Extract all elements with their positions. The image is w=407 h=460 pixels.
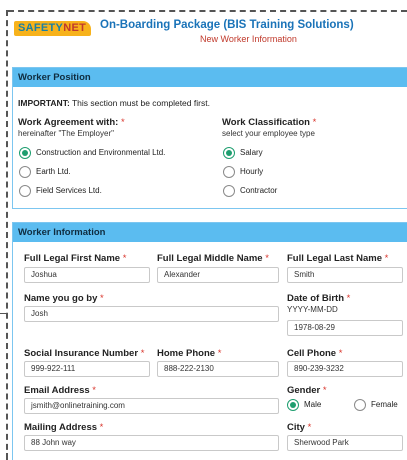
dob-field[interactable]: 1978-08-29 (287, 320, 403, 336)
page-frame-left (6, 10, 8, 460)
gender-label-text: Gender (287, 385, 321, 396)
required-marker: * (307, 422, 312, 433)
gender-option-label: Male (304, 400, 322, 409)
work-agreement-label: Work Agreement with: * (18, 117, 125, 128)
radio-selected-icon[interactable] (223, 146, 235, 159)
cell-phone-label-text: Cell Phone (287, 348, 337, 359)
work-classification-label: Work Classification * (222, 117, 316, 128)
middle-name-label-text: Full Legal Middle Name (157, 253, 263, 264)
radio-unselected-icon[interactable] (19, 165, 31, 178)
required-marker: * (312, 117, 317, 128)
required-marker: * (338, 348, 343, 359)
mailing-address-field[interactable]: 88 John way (24, 435, 279, 451)
cell-phone-field[interactable]: 890-239-3232 (287, 361, 403, 377)
page-subtitle: New Worker Information (200, 34, 297, 44)
required-marker: * (122, 253, 127, 264)
radio-unselected-icon[interactable] (223, 165, 235, 178)
required-marker: * (140, 348, 145, 359)
logo-text-part1: SAFETY (18, 22, 64, 34)
last-name-field[interactable]: Smith (287, 267, 403, 283)
page-header: SAFETYNET On-Boarding Package (BIS Train… (14, 18, 407, 44)
worker-position-heading: Worker Position (13, 68, 407, 87)
agreement-option-label: Field Services Ltd. (36, 186, 102, 195)
middle-name-field[interactable]: Alexander (157, 267, 279, 283)
sin-field[interactable]: 999-922-111 (24, 361, 150, 377)
worker-position-panel: Worker Position IMPORTANT: This section … (12, 67, 407, 209)
required-marker: * (217, 348, 222, 359)
page-frame-tick (0, 313, 8, 314)
classification-option-hourly[interactable]: Hourly (223, 165, 263, 178)
mailing-address-label-text: Mailing Address (24, 422, 98, 433)
safetynet-logo: SAFETYNET (14, 21, 92, 36)
classification-option-label: Salary (240, 148, 263, 157)
home-phone-label-text: Home Phone (157, 348, 216, 359)
home-phone-label: Home Phone * (157, 348, 221, 359)
nickname-label: Name you go by * (24, 293, 104, 304)
required-marker: * (265, 253, 269, 264)
work-agreement-hint: hereinafter "The Employer" (18, 129, 114, 138)
agreement-option-construction[interactable]: Construction and Environmental Ltd. (19, 146, 165, 159)
worker-information-heading: Worker Information (13, 223, 407, 242)
nickname-field[interactable]: Josh (24, 306, 279, 322)
radio-selected-icon[interactable] (19, 146, 31, 159)
worker-information-panel: Worker Information Full Legal First Name… (12, 222, 407, 460)
dob-hint: YYYY-MM-DD (287, 305, 338, 314)
radio-unselected-icon[interactable] (223, 184, 235, 197)
radio-selected-icon[interactable] (287, 398, 299, 411)
email-label: Email Address * (24, 385, 96, 396)
first-name-label-text: Full Legal First Name (24, 253, 121, 264)
home-phone-field[interactable]: 888-222-2130 (157, 361, 279, 377)
work-classification-hint: select your employee type (222, 129, 315, 138)
required-marker: * (384, 253, 389, 264)
work-classification-label-text: Work Classification (222, 117, 310, 128)
middle-name-label: Full Legal Middle Name * (157, 253, 269, 264)
gender-option-male[interactable]: Male (287, 398, 321, 411)
email-field[interactable]: jsmith@onlinetraining.com (24, 398, 279, 414)
classification-option-salary[interactable]: Salary (223, 146, 263, 159)
page-frame-top (8, 10, 407, 12)
city-label: City * (287, 422, 311, 433)
agreement-option-label: Earth Ltd. (36, 167, 71, 176)
sin-label: Social Insurance Number * (24, 348, 144, 359)
radio-unselected-icon[interactable] (19, 184, 31, 197)
cell-phone-label: Cell Phone * (287, 348, 342, 359)
important-label: IMPORTANT: (18, 98, 70, 108)
classification-option-label: Contractor (240, 186, 278, 195)
first-name-label: Full Legal First Name * (24, 253, 126, 264)
logo-text-part2: NET (63, 22, 87, 34)
gender-label: Gender * (287, 385, 327, 396)
radio-unselected-icon[interactable] (354, 398, 366, 411)
required-marker: * (120, 117, 125, 128)
sin-label-text: Social Insurance Number (24, 348, 139, 359)
city-field[interactable]: Sherwood Park (287, 435, 403, 451)
dob-label-text: Date of Birth (287, 293, 344, 304)
page-title: On-Boarding Package (BIS Training Soluti… (100, 19, 354, 31)
last-name-label: Full Legal Last Name * (287, 253, 388, 264)
required-marker: * (100, 293, 104, 304)
work-agreement-label-text: Work Agreement with: (18, 117, 119, 128)
city-label-text: City (287, 422, 305, 433)
required-marker: * (92, 385, 96, 396)
important-notice: IMPORTANT: This section must be complete… (18, 98, 210, 108)
important-text: This section must be completed first. (69, 98, 210, 108)
gender-option-female[interactable]: Female (354, 398, 398, 411)
required-marker: * (322, 385, 327, 396)
classification-option-contractor[interactable]: Contractor (223, 184, 277, 197)
required-marker: * (346, 293, 351, 304)
gender-option-label: Female (371, 400, 398, 409)
first-name-field[interactable]: Joshua (24, 267, 150, 283)
agreement-option-label: Construction and Environmental Ltd. (36, 148, 166, 157)
mailing-address-label: Mailing Address * (24, 422, 103, 433)
dob-label: Date of Birth * (287, 293, 350, 304)
classification-option-label: Hourly (240, 167, 264, 176)
nickname-label-text: Name you go by (24, 293, 98, 304)
agreement-option-field-services[interactable]: Field Services Ltd. (19, 184, 102, 197)
page-frame-bottom-tick (6, 453, 10, 460)
last-name-label-text: Full Legal Last Name (287, 253, 383, 264)
agreement-option-earth[interactable]: Earth Ltd. (19, 165, 71, 178)
email-label-text: Email Address (24, 385, 90, 396)
required-marker: * (99, 422, 104, 433)
